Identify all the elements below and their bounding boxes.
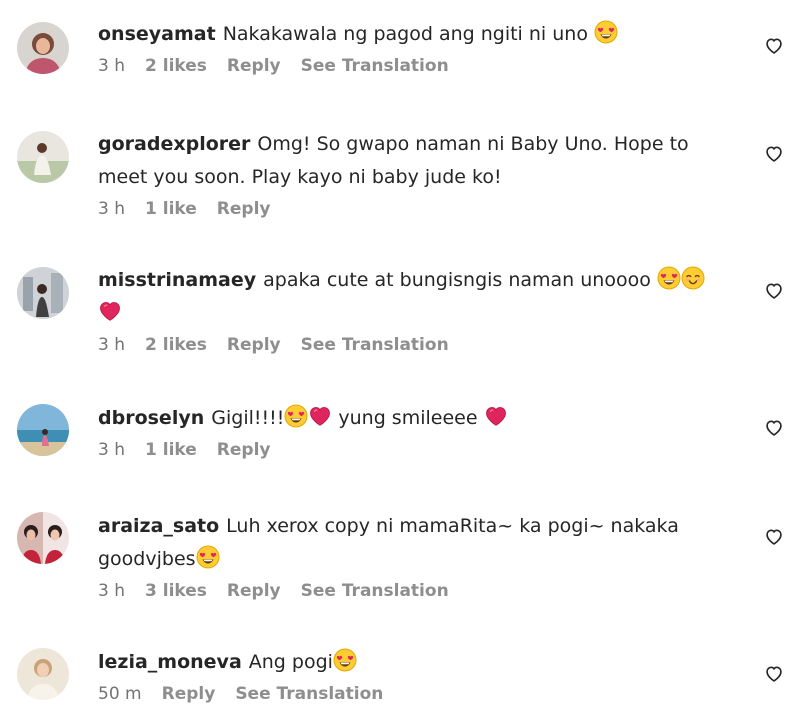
comment-time[interactable]: 3 h <box>98 580 125 602</box>
comment-body: Gigil!!!! <box>211 407 285 429</box>
comment-body: Nakakawala ng pagod ang ngiti ni uno <box>222 23 588 45</box>
heart-eyes-icon <box>196 545 220 569</box>
comment-time[interactable]: 3 h <box>98 55 125 77</box>
heart-eyes-icon <box>284 404 308 428</box>
avatar[interactable] <box>17 404 69 456</box>
see-translation-button[interactable]: See Translation <box>235 683 383 705</box>
likes-count[interactable]: 1 like <box>145 439 197 461</box>
comment-text: dbroselyn Gigil!!!! yung smileeee <box>98 402 738 435</box>
comment-text: onseyamat Nakakawala ng pagod ang ngiti n… <box>98 18 738 51</box>
comment-username[interactable]: misstrinamaey <box>98 269 256 291</box>
like-heart-icon[interactable] <box>764 281 784 301</box>
like-heart-icon[interactable] <box>764 664 784 684</box>
red-heart-icon <box>98 299 122 323</box>
likes-count[interactable]: 2 likes <box>145 55 207 77</box>
see-translation-button[interactable]: See Translation <box>301 334 449 356</box>
red-heart-icon <box>484 404 508 428</box>
reply-button[interactable]: Reply <box>227 55 281 77</box>
avatar[interactable] <box>17 512 69 564</box>
likes-count[interactable]: 3 likes <box>145 580 207 602</box>
comment-username[interactable]: onseyamat <box>98 23 216 45</box>
likes-count[interactable]: 1 like <box>145 198 197 220</box>
comment-time[interactable]: 3 h <box>98 334 125 356</box>
comment-username[interactable]: goradexplorer <box>98 133 250 155</box>
comment-username[interactable]: araiza_sato <box>98 515 219 537</box>
comment-text: lezia_moneva Ang pogi <box>98 646 738 679</box>
comment-body: Ang pogi <box>248 651 333 673</box>
heart-eyes-icon <box>333 648 357 672</box>
comment-meta: 3 h 2 likes Reply See Translation <box>98 55 738 77</box>
like-heart-icon[interactable] <box>764 418 784 438</box>
likes-count[interactable]: 2 likes <box>145 334 207 356</box>
reply-button[interactable]: Reply <box>162 683 216 705</box>
comment-time[interactable]: 50 m <box>98 683 142 705</box>
comment-meta: 50 m Reply See Translation <box>98 683 738 705</box>
pink-heart-icon <box>308 404 332 428</box>
comment-text: goradexplorer Omg! So gwapo naman ni Baby… <box>98 128 738 194</box>
comment-text: misstrinamaey apaka cute at bungisngis na… <box>98 264 738 330</box>
comment-meta: 3 h 3 likes Reply See Translation <box>98 580 738 602</box>
heart-eyes-icon <box>594 20 618 44</box>
avatar[interactable] <box>17 131 69 183</box>
like-heart-icon[interactable] <box>764 36 784 56</box>
comment-meta: 3 h 1 like Reply <box>98 439 738 461</box>
reply-button[interactable]: Reply <box>227 334 281 356</box>
comment-body: apaka cute at bungisngis naman unoooo <box>263 269 651 291</box>
comment-text: araiza_sato Luh xerox copy ni mamaRita~ k… <box>98 510 738 576</box>
avatar[interactable] <box>17 648 69 700</box>
comment-username[interactable]: dbroselyn <box>98 407 204 429</box>
comment-body-continued: yung smileeee <box>332 407 478 429</box>
comment-time[interactable]: 3 h <box>98 198 125 220</box>
avatar[interactable] <box>17 22 69 74</box>
heart-eyes-icon <box>657 266 681 290</box>
like-heart-icon[interactable] <box>764 527 784 547</box>
comment-meta: 3 h 1 like Reply <box>98 198 738 220</box>
avatar[interactable] <box>17 267 69 319</box>
comment-meta: 3 h 2 likes Reply See Translation <box>98 334 738 356</box>
comment-username[interactable]: lezia_moneva <box>98 651 242 673</box>
see-translation-button[interactable]: See Translation <box>301 55 449 77</box>
like-heart-icon[interactable] <box>764 144 784 164</box>
comment-time[interactable]: 3 h <box>98 439 125 461</box>
reply-button[interactable]: Reply <box>217 439 271 461</box>
see-translation-button[interactable]: See Translation <box>301 580 449 602</box>
reply-button[interactable]: Reply <box>227 580 281 602</box>
reply-button[interactable]: Reply <box>217 198 271 220</box>
smiling-blush-icon <box>681 266 705 290</box>
